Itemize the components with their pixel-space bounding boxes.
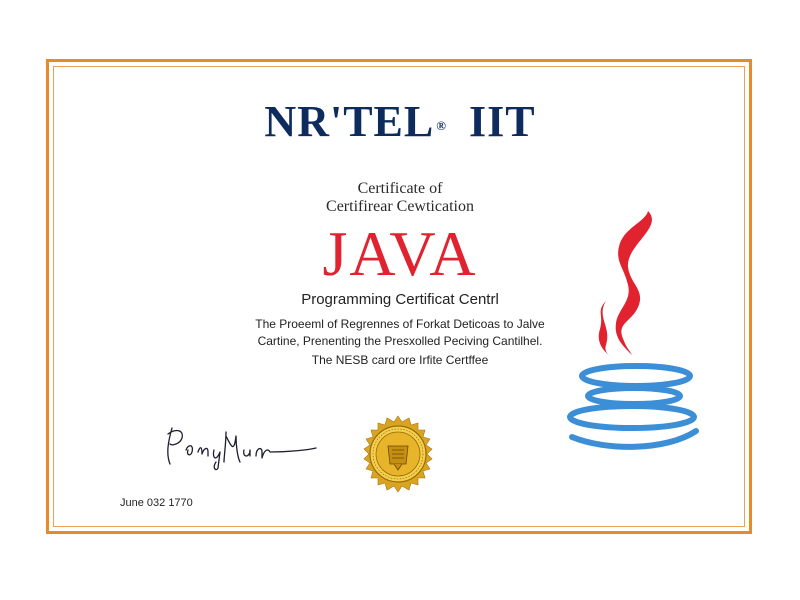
org-suffix: IIT bbox=[468, 97, 536, 146]
signature-icon bbox=[167, 427, 317, 471]
gold-seal-icon bbox=[363, 415, 433, 493]
org-title: NR'TEL ® IIT bbox=[120, 100, 680, 144]
java-coffee-cup-icon bbox=[567, 211, 699, 450]
description-line-1: The Proeeml of Regrennes of Forkat Detic… bbox=[255, 317, 545, 331]
org-name: NR'TEL bbox=[264, 97, 435, 146]
program-title: Programming Certificat Centrl bbox=[301, 291, 499, 308]
issue-date: June 032 1770 bbox=[120, 497, 193, 509]
subtitle-line-2: Certifirear Cewtication bbox=[326, 198, 474, 215]
description-line-2: Cartine, Prenenting the Presxolled Peciv… bbox=[257, 334, 543, 348]
registered-mark: ® bbox=[436, 118, 447, 134]
subtitle-line-1: Certificate of bbox=[357, 180, 443, 197]
description-line-3: The NESB card ore Irfite Certffee bbox=[311, 353, 489, 367]
main-title: JAVA bbox=[322, 218, 478, 289]
